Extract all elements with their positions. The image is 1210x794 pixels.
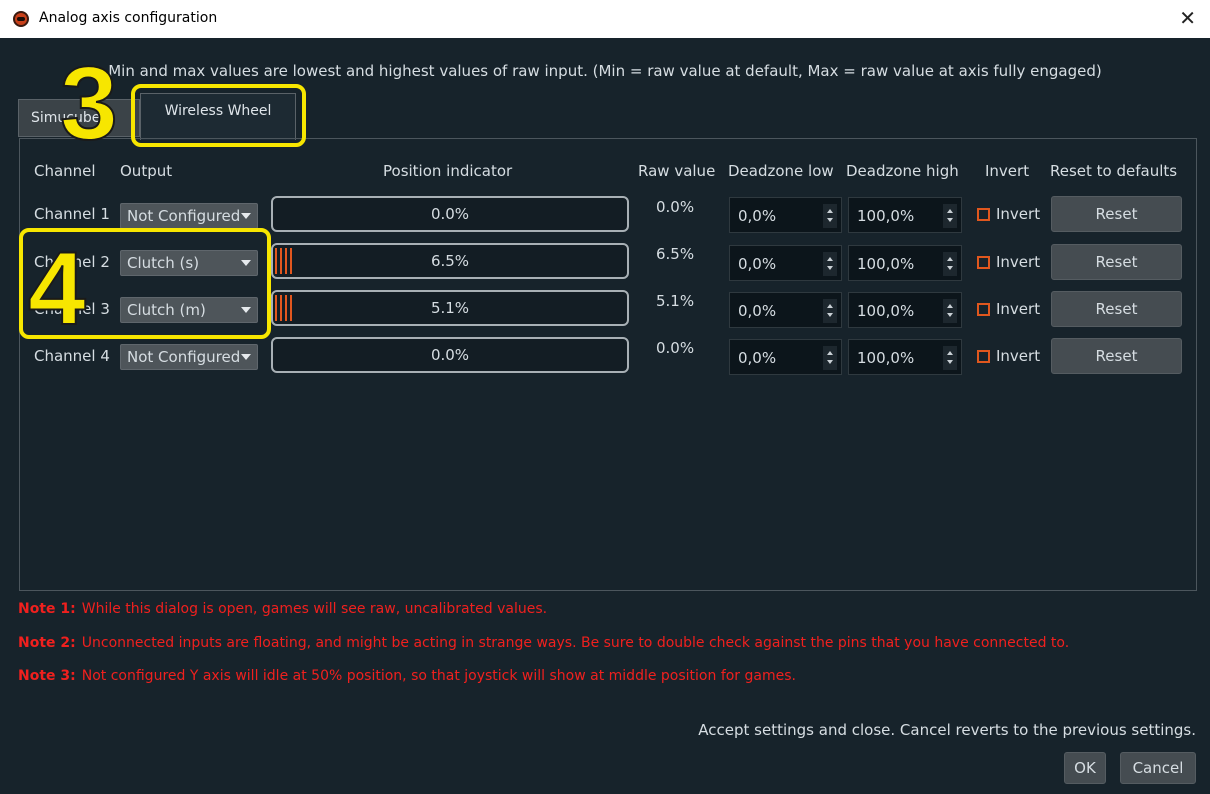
app-icon	[13, 11, 29, 27]
deadzone-low-spinbox[interactable]: 0,0%	[729, 292, 842, 328]
deadzone-low-spinbox[interactable]: 0,0%	[729, 339, 842, 375]
header-channel: Channel	[34, 162, 96, 180]
note-1: Note 1: While this dialog is open, games …	[18, 601, 547, 617]
spin-arrows-icon[interactable]	[943, 252, 957, 276]
annotation-step-3: 3	[59, 46, 119, 162]
output-value: Not Configured	[127, 348, 239, 366]
deadzone-high-spinbox[interactable]: 100,0%	[848, 245, 962, 281]
position-value: 6.5%	[430, 252, 470, 270]
cancel-button[interactable]: Cancel	[1120, 752, 1196, 784]
deadzone-high-spinbox[interactable]: 100,0%	[848, 292, 962, 328]
invert-label[interactable]: Invert	[996, 205, 1040, 223]
header-deadzone-high: Deadzone high	[846, 162, 959, 180]
deadzone-low-value: 0,0%	[738, 255, 777, 273]
spin-arrows-icon[interactable]	[943, 346, 957, 370]
deadzone-low-value: 0,0%	[738, 349, 777, 367]
position-fill	[275, 295, 293, 321]
title-bar: Analog axis configuration ✕	[0, 0, 1210, 38]
deadzone-high-value: 100,0%	[857, 255, 915, 273]
info-text: Min and max values are lowest and highes…	[108, 62, 1102, 80]
position-value: 0.0%	[430, 205, 470, 223]
reset-button[interactable]: Reset	[1051, 338, 1182, 374]
raw-value: 5.1%	[656, 292, 695, 310]
invert-checkbox[interactable]	[977, 350, 990, 363]
header-output: Output	[120, 162, 173, 180]
invert-label[interactable]: Invert	[996, 253, 1040, 271]
note-text: Not configured Y axis will idle at 50% p…	[81, 668, 796, 684]
header-reset: Reset to defaults	[1050, 162, 1178, 180]
note-2: Note 2: Unconnected inputs are floating, …	[18, 635, 1069, 651]
output-select[interactable]: Not Configured	[120, 203, 258, 229]
spin-arrows-icon[interactable]	[943, 299, 957, 323]
close-icon[interactable]: ✕	[1179, 6, 1196, 30]
invert-checkbox[interactable]	[977, 208, 990, 221]
channel-label: Channel 1	[34, 205, 110, 223]
position-indicator: 6.5%	[271, 243, 629, 279]
footer-hint: Accept settings and close. Cancel revert…	[698, 721, 1196, 739]
note-label: Note 2:	[18, 635, 76, 651]
reset-button[interactable]: Reset	[1051, 291, 1182, 327]
header-invert: Invert	[985, 162, 1030, 180]
invert-label[interactable]: Invert	[996, 300, 1040, 318]
spin-arrows-icon[interactable]	[823, 252, 837, 276]
deadzone-low-spinbox[interactable]: 0,0%	[729, 245, 842, 281]
annotation-box-3	[131, 84, 306, 147]
position-indicator: 0.0%	[271, 337, 629, 373]
spin-arrows-icon[interactable]	[823, 204, 837, 228]
raw-value: 0.0%	[656, 198, 695, 216]
output-select[interactable]: Not Configured	[120, 344, 258, 370]
deadzone-high-value: 100,0%	[857, 349, 915, 367]
deadzone-low-spinbox[interactable]: 0,0%	[729, 197, 842, 233]
note-text: While this dialog is open, games will se…	[81, 601, 548, 617]
note-text: Unconnected inputs are floating, and mig…	[81, 635, 1070, 651]
header-raw-value: Raw value	[638, 162, 716, 180]
channel-label: Channel 4	[34, 347, 110, 365]
note-label: Note 3:	[18, 668, 76, 684]
raw-value: 0.0%	[656, 339, 695, 357]
deadzone-high-value: 100,0%	[857, 207, 915, 225]
position-indicator: 0.0%	[271, 196, 629, 232]
annotation-step-4: 4	[27, 231, 87, 347]
deadzone-high-spinbox[interactable]: 100,0%	[848, 197, 962, 233]
note-label: Note 1:	[18, 601, 76, 617]
note-3: Note 3: Not configured Y axis will idle a…	[18, 668, 796, 684]
window-title: Analog axis configuration	[39, 10, 218, 26]
header-position: Position indicator	[383, 162, 513, 180]
deadzone-high-spinbox[interactable]: 100,0%	[848, 339, 962, 375]
deadzone-low-value: 0,0%	[738, 207, 777, 225]
position-indicator: 5.1%	[271, 290, 629, 326]
chevron-down-icon	[241, 354, 251, 360]
invert-checkbox[interactable]	[977, 256, 990, 269]
position-fill	[275, 248, 295, 274]
spin-arrows-icon[interactable]	[823, 346, 837, 370]
invert-checkbox[interactable]	[977, 303, 990, 316]
invert-label[interactable]: Invert	[996, 347, 1040, 365]
deadzone-low-value: 0,0%	[738, 302, 777, 320]
reset-button[interactable]: Reset	[1051, 244, 1182, 280]
ok-button[interactable]: OK	[1064, 752, 1106, 784]
position-value: 5.1%	[430, 299, 470, 317]
position-value: 0.0%	[430, 346, 470, 364]
chevron-down-icon	[241, 213, 251, 219]
reset-button[interactable]: Reset	[1051, 196, 1182, 232]
raw-value: 6.5%	[656, 245, 695, 263]
spin-arrows-icon[interactable]	[943, 204, 957, 228]
header-deadzone-low: Deadzone low	[728, 162, 834, 180]
deadzone-high-value: 100,0%	[857, 302, 915, 320]
dialog-body: Min and max values are lowest and highes…	[0, 38, 1210, 794]
output-value: Not Configured	[127, 207, 239, 225]
spin-arrows-icon[interactable]	[823, 299, 837, 323]
